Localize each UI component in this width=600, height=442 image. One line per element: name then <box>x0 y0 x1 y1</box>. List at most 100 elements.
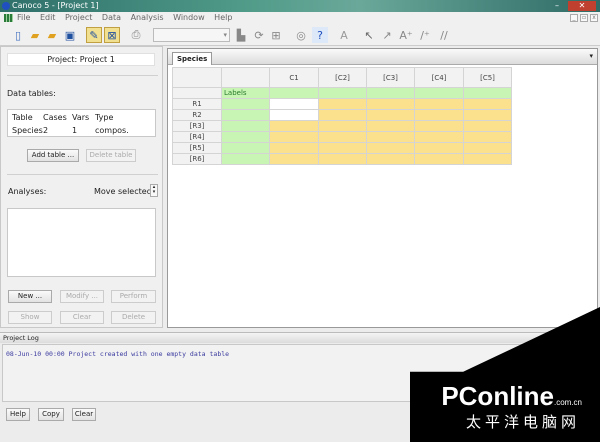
menu-data[interactable]: Data <box>102 12 121 24</box>
table-row[interactable]: Species 2 1 compos. <box>12 126 152 135</box>
cell[interactable] <box>269 153 319 165</box>
perform-button[interactable]: Perform <box>111 290 156 303</box>
layout-icon[interactable]: ⊞ <box>268 27 284 43</box>
cell[interactable] <box>318 153 367 165</box>
column-header[interactable]: [C5] <box>463 67 512 88</box>
add-arrow-icon[interactable]: ↗ <box>379 27 395 43</box>
open-recent-icon[interactable]: ▰ <box>44 27 60 43</box>
pen-icon[interactable]: // <box>436 27 452 43</box>
label-cell[interactable] <box>221 153 270 165</box>
mdi-minimize-icon[interactable]: _ <box>570 14 578 22</box>
cell[interactable] <box>414 153 464 165</box>
mdi-close-icon[interactable]: x <box>590 14 598 22</box>
mdi-restore-icon[interactable]: ▫ <box>580 14 588 22</box>
cell[interactable] <box>318 87 367 99</box>
column-header[interactable]: [C2] <box>318 67 367 88</box>
labels-cell[interactable]: Labels <box>221 87 270 99</box>
pointer-icon[interactable]: ↖ <box>361 27 377 43</box>
cell[interactable] <box>366 109 415 121</box>
new-file-icon[interactable]: ▯ <box>10 27 26 43</box>
cell[interactable] <box>414 120 464 132</box>
tab-menu-chevron-icon[interactable]: ▾ <box>589 52 593 60</box>
cell[interactable] <box>414 109 464 121</box>
cell[interactable] <box>318 131 367 143</box>
cell[interactable] <box>366 87 415 99</box>
cell[interactable] <box>463 109 512 121</box>
cell[interactable] <box>269 131 319 143</box>
cell[interactable] <box>318 109 367 121</box>
cell[interactable] <box>463 87 512 99</box>
log-copy-button[interactable]: Copy <box>38 408 64 421</box>
label-cell[interactable] <box>221 142 270 154</box>
delete-button[interactable]: Delete <box>111 311 156 324</box>
add-text-icon[interactable]: A⁺ <box>398 27 414 43</box>
save-icon[interactable]: ▣ <box>62 27 78 43</box>
cell[interactable] <box>269 142 319 154</box>
add-table-button[interactable]: Add table ... <box>27 149 79 162</box>
data-grid[interactable]: C1 [C2] [C3] [C4] [C5] Labels R1 R2 [R3] [R… <box>172 67 512 165</box>
log-clear-button[interactable]: Clear <box>72 408 96 421</box>
cell[interactable] <box>318 142 367 154</box>
menu-help[interactable]: Help <box>214 12 232 24</box>
label-cell[interactable] <box>221 120 270 132</box>
close-button[interactable]: ✕ <box>568 1 596 11</box>
cell[interactable] <box>463 131 512 143</box>
cell[interactable] <box>269 109 319 121</box>
log-help-button[interactable]: Help <box>6 408 30 421</box>
row-header[interactable]: [R4] <box>172 131 222 143</box>
modify-button[interactable]: Modify ... <box>60 290 104 303</box>
column-header[interactable]: C1 <box>269 67 319 88</box>
data-tables-list[interactable]: Table Cases Vars Type Species 2 1 compos… <box>7 109 156 137</box>
cell[interactable] <box>366 120 415 132</box>
clear-button[interactable]: Clear <box>60 311 104 324</box>
column-header[interactable]: [C3] <box>366 67 415 88</box>
menu-file[interactable]: File <box>17 12 30 24</box>
show-button[interactable]: Show <box>8 311 52 324</box>
wizard-icon[interactable]: ✎ <box>86 27 102 43</box>
cell[interactable] <box>463 142 512 154</box>
move-spinner[interactable]: ▴ ▾ <box>150 184 158 197</box>
cell[interactable] <box>463 120 512 132</box>
cell[interactable] <box>366 98 415 110</box>
row-header[interactable]: R2 <box>172 109 222 121</box>
cell[interactable] <box>414 131 464 143</box>
open-folder-icon[interactable]: ▰ <box>27 27 43 43</box>
cell[interactable] <box>463 153 512 165</box>
menu-project[interactable]: Project <box>65 12 92 24</box>
label-cell[interactable] <box>221 109 270 121</box>
print-icon[interactable]: ⎙ <box>128 27 144 43</box>
row-header[interactable]: [R6] <box>172 153 222 165</box>
text-style-icon[interactable]: A <box>336 27 352 43</box>
refresh-icon[interactable]: ⟳ <box>251 27 267 43</box>
new-analysis-button[interactable]: New ... <box>8 290 52 303</box>
add-line-icon[interactable]: /⁺ <box>417 27 433 43</box>
row-header[interactable]: [R3] <box>172 120 222 132</box>
cell[interactable] <box>414 87 464 99</box>
toolbar-combo[interactable]: ▾ <box>153 28 230 42</box>
row-header[interactable]: [R5] <box>172 142 222 154</box>
cell[interactable] <box>269 87 319 99</box>
row-header[interactable]: R1 <box>172 98 222 110</box>
menu-analysis[interactable]: Analysis <box>131 12 164 24</box>
cell[interactable] <box>269 120 319 132</box>
label-cell[interactable] <box>221 98 270 110</box>
help-icon[interactable]: ? <box>312 27 328 43</box>
cell[interactable] <box>366 153 415 165</box>
analyses-list[interactable] <box>7 208 156 277</box>
cell[interactable] <box>414 142 464 154</box>
chart-icon[interactable]: ▙ <box>233 27 249 43</box>
menu-edit[interactable]: Edit <box>40 12 56 24</box>
graph-icon[interactable]: ⊠ <box>104 27 120 43</box>
help-ring-icon[interactable]: ◎ <box>293 27 309 43</box>
cell[interactable] <box>318 120 367 132</box>
column-header[interactable]: [C4] <box>414 67 464 88</box>
cell[interactable] <box>269 98 319 110</box>
cell[interactable] <box>318 98 367 110</box>
delete-table-button[interactable]: Delete table <box>86 149 136 162</box>
tab-species[interactable]: Species <box>172 52 213 65</box>
menu-window[interactable]: Window <box>173 12 205 24</box>
label-cell[interactable] <box>221 131 270 143</box>
cell[interactable] <box>463 98 512 110</box>
minimize-button[interactable]: – <box>548 1 566 11</box>
cell[interactable] <box>414 98 464 110</box>
